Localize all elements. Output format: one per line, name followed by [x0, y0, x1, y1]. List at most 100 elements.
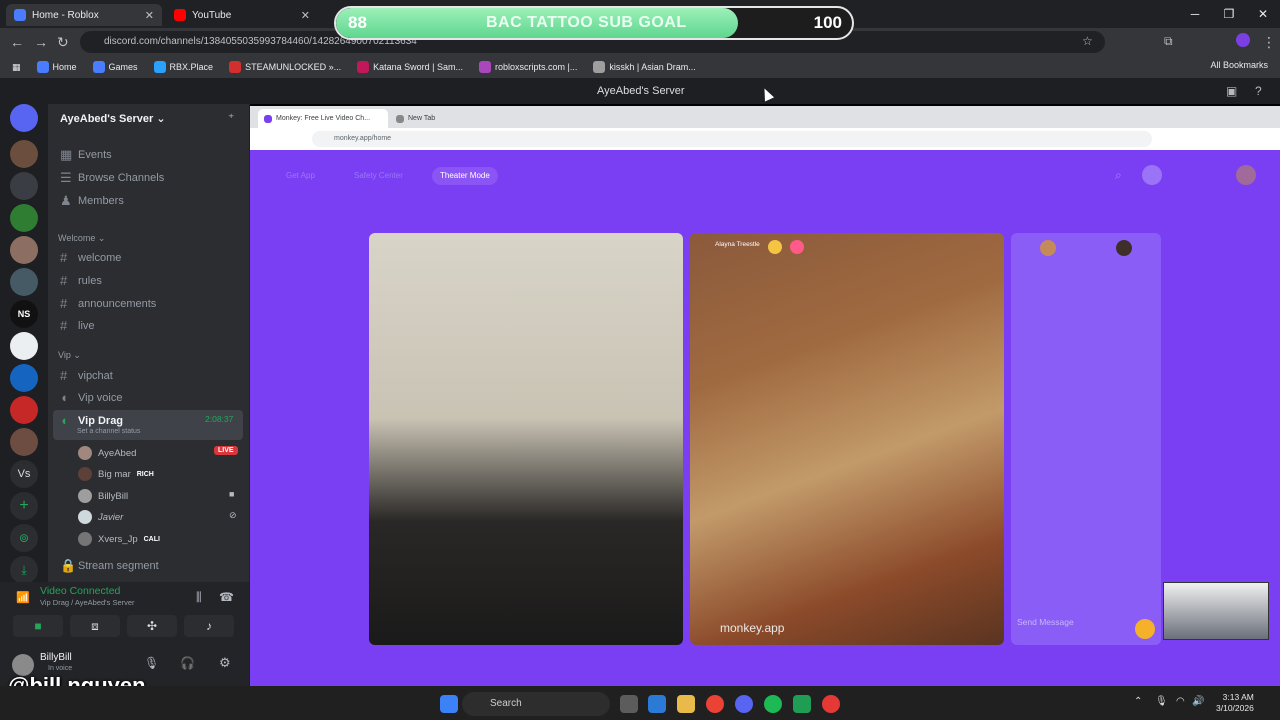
server-icon[interactable]: [10, 236, 38, 264]
gift-icon[interactable]: [790, 240, 804, 254]
maximize-icon[interactable]: ❐: [1212, 0, 1246, 28]
voice-user[interactable]: AyeAbed: [78, 446, 136, 460]
minimize-icon[interactable]: ─: [1178, 0, 1212, 28]
avatar[interactable]: [1142, 165, 1162, 185]
channel-vip-voice[interactable]: ◖ Vip voice: [60, 390, 122, 405]
bookmark-home[interactable]: Home: [36, 61, 77, 73]
server-icon[interactable]: [10, 396, 38, 424]
channel-rules[interactable]: # rules: [60, 273, 102, 288]
search-icon[interactable]: ⌕: [1115, 168, 1122, 183]
activities-button[interactable]: ✣: [127, 615, 177, 637]
taskbar-search[interactable]: Search: [462, 692, 610, 716]
server-icon-vs[interactable]: Vs: [10, 460, 38, 488]
reload-icon[interactable]: ↻: [57, 34, 69, 51]
settings-gear-icon[interactable]: ⚙: [219, 655, 231, 671]
bookmark-kisskh[interactable]: kisskh | Asian Dram...: [593, 61, 696, 73]
channel-status-hint[interactable]: Set a channel status: [77, 428, 140, 435]
server-icon[interactable]: [10, 332, 38, 360]
voice-status[interactable]: Video Connected: [40, 585, 120, 597]
all-bookmarks[interactable]: All Bookmarks: [1210, 60, 1268, 70]
channel-stream-segment[interactable]: 🔒 Stream segment: [60, 558, 159, 574]
discord-home-icon[interactable]: [10, 104, 38, 132]
discover-icon[interactable]: ⊚: [10, 524, 38, 552]
screen-share-button[interactable]: ⧈: [70, 615, 120, 637]
close-window-icon[interactable]: ✕: [1246, 0, 1280, 28]
discord-icon[interactable]: [735, 695, 753, 713]
server-icon[interactable]: [10, 172, 38, 200]
send-message-input[interactable]: Send Message: [1017, 617, 1074, 627]
invite-icon[interactable]: ⁺: [228, 111, 234, 125]
channel-vipchat[interactable]: # vipchat: [60, 368, 113, 383]
voice-user[interactable]: Xvers_Jp CALI: [78, 532, 160, 546]
menu-icon[interactable]: ⋮: [1262, 34, 1276, 51]
inner-address-bar[interactable]: monkey.app/home: [312, 131, 1152, 147]
bookmark-games[interactable]: Games: [92, 61, 138, 73]
wifi-icon[interactable]: ◠: [1176, 696, 1185, 707]
tab-roblox[interactable]: Home - Roblox ✕: [6, 4, 162, 26]
sidebar-item-members[interactable]: ♟ Members: [60, 193, 124, 209]
inbox-icon[interactable]: ▣: [1226, 84, 1237, 98]
bookmark-katana[interactable]: Katana Sword | Sam...: [357, 61, 463, 73]
channel-announcements[interactable]: # announcements: [60, 296, 156, 311]
gift-button-icon[interactable]: [1135, 619, 1155, 639]
safety-center-button[interactable]: Safety Center: [346, 167, 411, 185]
category-vip[interactable]: Vip ⌄: [58, 350, 81, 361]
server-icon[interactable]: [10, 364, 38, 392]
tab-youtube[interactable]: YouTube ✕: [166, 4, 318, 26]
start-icon[interactable]: [440, 695, 458, 713]
channel-welcome[interactable]: # welcome: [60, 250, 121, 265]
spotify-icon[interactable]: [764, 695, 782, 713]
server-icon[interactable]: [10, 428, 38, 456]
app-icon[interactable]: [648, 695, 666, 713]
voice-user[interactable]: Javier: [78, 510, 123, 524]
server-icon-ns[interactable]: NS: [10, 300, 38, 328]
inner-tab-new[interactable]: New Tab: [390, 109, 510, 128]
download-icon[interactable]: ⤓: [10, 556, 38, 584]
headphones-icon[interactable]: 🎧: [180, 656, 195, 670]
extensions-icon[interactable]: ⧉: [1164, 34, 1173, 49]
channel-live[interactable]: # live: [60, 318, 95, 333]
bookmark-robloxscripts[interactable]: robloxscripts.com |...: [479, 61, 577, 73]
category-welcome[interactable]: Welcome ⌄: [58, 233, 105, 244]
theater-mode-button[interactable]: Theater Mode: [432, 167, 498, 185]
tray-chevron-icon[interactable]: ⌃: [1134, 696, 1142, 707]
heart-icon[interactable]: [768, 240, 782, 254]
avatar[interactable]: [1236, 165, 1256, 185]
disconnect-icon[interactable]: ☎: [219, 590, 234, 604]
voice-user[interactable]: BillyBill: [78, 489, 128, 503]
add-server-icon[interactable]: +: [10, 492, 38, 520]
volume-icon[interactable]: 🔊: [1192, 696, 1204, 707]
server-icon[interactable]: [10, 268, 38, 296]
get-app-button[interactable]: Get App: [278, 167, 323, 185]
bookmark-steamunlocked[interactable]: STEAMUNLOCKED »...: [229, 61, 341, 73]
tray-mic-icon[interactable]: 🎙: [1155, 696, 1168, 707]
close-icon[interactable]: ✕: [301, 9, 310, 22]
forward-icon[interactable]: →: [34, 34, 48, 50]
bookmark-rbxplace[interactable]: RBX.Place: [153, 61, 213, 73]
opera-icon[interactable]: [822, 695, 840, 713]
username[interactable]: BillyBill: [40, 652, 72, 663]
apps-icon[interactable]: ▦: [12, 62, 21, 73]
server-icon[interactable]: [10, 140, 38, 168]
voice-user[interactable]: Big mar RICH: [78, 467, 154, 481]
sidebar-item-events[interactable]: ▦ Events: [60, 147, 112, 163]
close-icon[interactable]: ✕: [145, 9, 154, 22]
server-name-header[interactable]: AyeAbed's Server ⌄: [60, 112, 166, 125]
file-explorer-icon[interactable]: [677, 695, 695, 713]
chrome-icon[interactable]: [706, 695, 724, 713]
voice-location[interactable]: Vip Drag / AyeAbed's Server: [40, 598, 135, 607]
help-icon[interactable]: ?: [1255, 84, 1262, 98]
back-icon[interactable]: ←: [10, 34, 24, 50]
sidebar-item-browse-channels[interactable]: ☰ Browse Channels: [60, 170, 164, 186]
taskbar-clock[interactable]: 3:13 AM 3/10/2026: [1216, 692, 1254, 714]
app-icon[interactable]: [620, 695, 638, 713]
microphone-icon[interactable]: 🎙: [144, 656, 159, 670]
server-icon[interactable]: [10, 204, 38, 232]
soundboard-button[interactable]: ♪: [184, 615, 234, 637]
star-icon[interactable]: ☆: [1082, 34, 1093, 48]
app-icon[interactable]: [793, 695, 811, 713]
profile-avatar[interactable]: [1236, 33, 1250, 47]
noise-suppression-icon[interactable]: ⫼: [196, 590, 202, 605]
inner-tab-monkey[interactable]: Monkey: Free Live Video Ch...: [258, 109, 388, 128]
camera-toggle-button[interactable]: ■: [13, 615, 63, 637]
